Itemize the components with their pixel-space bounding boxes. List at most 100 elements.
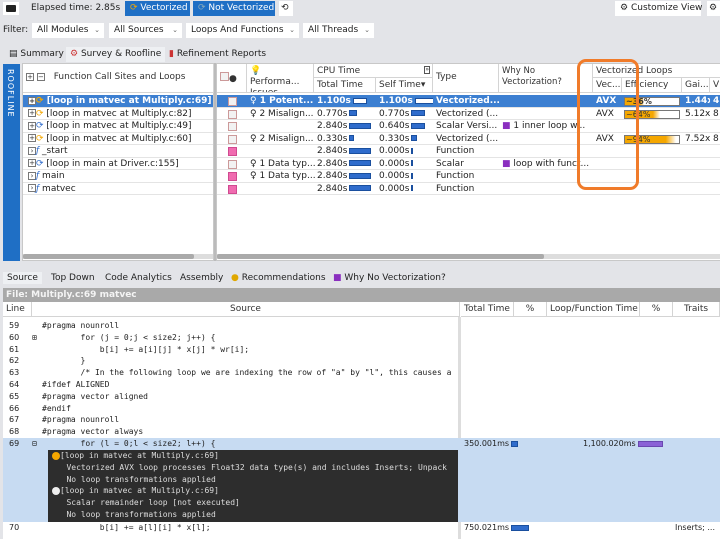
expand-toggle[interactable]: + — [28, 121, 36, 130]
col-traits[interactable]: Traits — [673, 302, 720, 317]
total-time-bar — [349, 147, 372, 154]
code-line[interactable]: 62 } — [3, 355, 720, 367]
col-loop-function-time[interactable]: Loop/Function Time — [547, 302, 640, 317]
function-icon: ƒ — [36, 171, 40, 181]
expand-all-button[interactable]: + — [26, 72, 34, 81]
table-row[interactable]: › ƒ main — [23, 170, 213, 183]
table-row[interactable]: › ƒ matvec — [23, 183, 213, 195]
gear-icon: ⚙ — [620, 3, 629, 13]
left-horizontal-scrollbar[interactable] — [23, 254, 213, 259]
tab-survey-roofline[interactable]: ⚙ Survey & Roofline — [66, 47, 166, 62]
total-time-bar — [349, 160, 372, 166]
table-row[interactable]: 2.840s 0.000s Function — [217, 145, 720, 158]
row-checkbox[interactable] — [228, 122, 237, 131]
table-row[interactable]: 2.840s 0.640s Scalar Versi... ■ 1 inner loo… — [217, 120, 720, 133]
tab-assembly[interactable]: Assembly — [180, 272, 223, 284]
table-row[interactable]: ♀ 2 Misalign... 0.330s 0.330s Vectorized (.… — [217, 133, 720, 145]
bulb-icon: ♀ — [250, 171, 257, 181]
col-gain[interactable]: Gai... — [682, 78, 710, 93]
code-line[interactable]: 68 #pragma vector always — [3, 426, 720, 438]
survey-table: ● 💡Performa... Issues CPU Time» Total Ti… — [216, 63, 720, 261]
row-checkbox[interactable] — [228, 147, 237, 156]
col-line[interactable]: Line — [3, 302, 32, 317]
col-vl[interactable]: VL — [710, 78, 720, 93]
sources-select[interactable]: All Sources ⌄ — [109, 23, 182, 38]
code-line[interactable]: 63 /* In the following loop we are index… — [3, 367, 720, 379]
not-vectorized-filter-button[interactable]: ⟳ Not Vectorized — [193, 1, 275, 16]
code-line[interactable]: 66 #endif — [3, 403, 720, 415]
horizontal-scrollbar[interactable] — [217, 254, 720, 259]
refresh-icon[interactable]: ⟲ — [279, 1, 293, 16]
row-checkbox[interactable] — [228, 184, 237, 194]
table-row[interactable]: ♀ 1 Data typ... 2.840s 0.000s Function — [217, 170, 720, 183]
table-row[interactable]: ♀ 1 Potent... 1.100s 1.100s Vectorized... AV… — [217, 95, 720, 108]
expand-toggle[interactable]: + — [28, 96, 36, 105]
table-row[interactable]: +⟳ [loop in matvec at Multiply.c:60] — [23, 133, 213, 145]
bulb-icon: 💡 — [250, 66, 262, 76]
table-row[interactable]: +⟳ [loop in matvec at Multiply.c:82] — [23, 108, 213, 120]
camera-icon[interactable] — [3, 2, 19, 15]
tab-recommendations[interactable]: ● Recommendations — [231, 272, 326, 284]
scalar-loop-icon — [52, 486, 60, 495]
tab-top-down[interactable]: Top Down — [51, 272, 95, 284]
table-row[interactable]: ♀ 2 Misalign... 0.770s 0.770s Vectorized (.… — [217, 108, 720, 120]
code-line[interactable]: 65 #pragma vector aligned — [3, 391, 720, 403]
tab-summary[interactable]: ▤ Summary — [5, 47, 68, 62]
row-name: [loop in matvec at Multiply.c:69] — [46, 96, 212, 106]
tooltip-line: No loop transformations applied — [52, 509, 216, 519]
col-total-time[interactable]: Total Time — [314, 78, 376, 93]
code-line[interactable]: 60 ⊞ for (j = 0;j < size2; j++) { — [3, 332, 720, 344]
code-line[interactable]: 70 b[i] += a[l][i] * x[l]; 750.021ms Inser… — [3, 522, 720, 534]
expand-toggle[interactable]: + — [28, 109, 36, 117]
expand-toggle[interactable]: › — [28, 146, 36, 155]
table-row[interactable]: 2.840s 0.000s Function — [217, 183, 720, 195]
collapse-all-button[interactable]: − — [36, 72, 45, 81]
row-checkbox[interactable] — [228, 172, 237, 181]
code-line[interactable]: 64 #ifdef ALIGNED — [3, 379, 720, 391]
row-checkbox[interactable] — [228, 159, 237, 169]
col-total-time[interactable]: Total Time — [461, 302, 514, 317]
code-line[interactable]: 61 b[i] += a[i][j] * x[j] * wr[i]; — [3, 344, 720, 356]
loops-select[interactable]: Loops And Functions ⌄ — [186, 23, 299, 38]
col-self-time[interactable]: Self Time▾ — [376, 78, 433, 93]
col-pct[interactable]: % — [514, 302, 547, 317]
col-source[interactable]: Source — [32, 302, 460, 317]
tooltip-line: Scalar remainder loop [not executed] — [52, 498, 240, 508]
tooltip-line: [loop in matvec at Multiply.c:69] — [52, 450, 458, 462]
tab-code-analytics[interactable]: Code Analytics — [105, 272, 172, 284]
total-time-bar — [349, 122, 372, 129]
table-row[interactable]: ♀ 1 Data typ... 2.840s 0.000s Scalar ■ loop … — [217, 158, 720, 170]
col-pct2[interactable]: % — [640, 302, 673, 317]
expand-icon[interactable]: ⊞ — [32, 332, 37, 344]
row-checkbox[interactable] — [228, 97, 237, 106]
expand-toggle[interactable]: › — [28, 184, 36, 192]
code-line[interactable]: 69 ⊟ for (l = 0;l < size2; l++) {350.001m… — [3, 438, 720, 450]
expand-toggle[interactable]: › — [28, 171, 36, 180]
self-time-bar — [411, 172, 414, 179]
col-type[interactable]: Type — [433, 64, 499, 93]
tab-source[interactable]: Source — [3, 272, 42, 284]
expand-toggle[interactable]: + — [28, 159, 36, 167]
collapse-column-icon[interactable]: » — [424, 66, 430, 74]
checkbox-column-header[interactable]: ● — [217, 64, 247, 93]
expand-toggle[interactable]: + — [28, 134, 36, 142]
roofline-sidebar-button[interactable]: ROOFLINE — [3, 64, 20, 261]
customize-view-button[interactable]: ⚙ Customize View — [615, 1, 702, 16]
row-checkbox[interactable] — [228, 134, 237, 144]
modules-select[interactable]: All Modules ⌄ — [32, 23, 104, 38]
tab-why-no-vectorization[interactable]: ■ Why No Vectorization? — [333, 272, 446, 284]
threads-select[interactable]: All Threads ⌄ — [303, 23, 374, 38]
code-line[interactable]: 67 #pragma nounroll — [3, 414, 720, 426]
why-icon: ■ — [333, 273, 342, 283]
col-performance-issues[interactable]: 💡Performa... Issues — [247, 64, 314, 93]
settings-button[interactable]: ⚙ — [707, 1, 720, 16]
collapse-icon[interactable]: ⊟ — [32, 438, 37, 450]
tab-refinement-reports[interactable]: ▮ Refinement Reports — [165, 47, 270, 62]
code-line[interactable]: 59 #pragma nounroll — [3, 320, 720, 332]
vectorized-filter-button[interactable]: ⟳ Vectorized — [125, 1, 190, 16]
table-row[interactable]: +⟳ [loop in matvec at Multiply.c:49] — [23, 120, 213, 133]
row-checkbox[interactable] — [228, 109, 237, 119]
table-row[interactable]: +⟳ [loop in main at Driver.c:155] — [23, 158, 213, 170]
table-row[interactable]: +⟳ [loop in matvec at Multiply.c:69] — [23, 95, 213, 108]
table-row[interactable]: › ƒ _start — [23, 145, 213, 158]
